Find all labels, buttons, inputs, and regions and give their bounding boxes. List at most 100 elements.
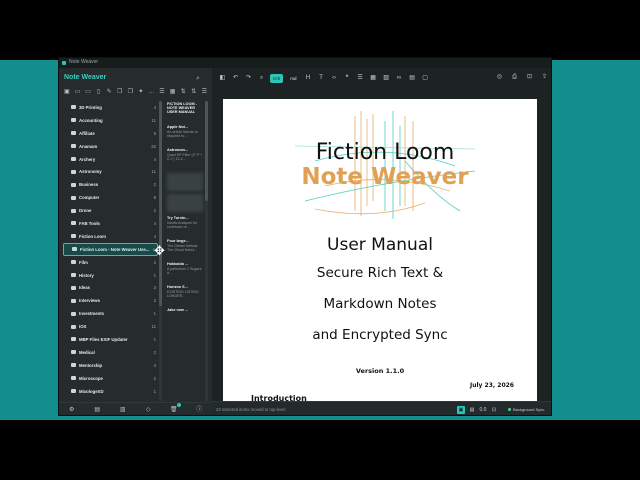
folder-item[interactable]: FAB Tools 4 <box>63 217 158 230</box>
folder-name: Anamam <box>79 143 98 149</box>
folder-add-icon[interactable]: ▣ <box>63 88 71 96</box>
pin-icon[interactable]: ✦ <box>137 88 145 96</box>
duplicate-icon[interactable]: ❐ <box>126 88 134 96</box>
text-format-icon[interactable]: T <box>317 74 326 83</box>
folder-item[interactable]: Ideas 3 <box>63 281 158 294</box>
export-icon[interactable]: ▢ <box>421 74 430 83</box>
folder-name: Mentorship <box>79 362 103 368</box>
folder-item[interactable]: Investments 1 <box>63 307 158 320</box>
folder-count: 4 <box>153 220 156 226</box>
info-icon[interactable]: ⓘ <box>195 406 203 414</box>
folder-item[interactable]: Medical 2 <box>63 346 158 359</box>
folder-name: Astronomy <box>79 169 102 175</box>
note-scrollbar[interactable] <box>205 101 208 401</box>
document-icon[interactable]: ▤ <box>93 406 101 414</box>
edit-icon[interactable]: ✎ <box>105 88 113 96</box>
folder-count: 1 <box>153 272 156 278</box>
print-icon[interactable]: ⎙ <box>510 73 519 82</box>
rich-view-icon[interactable]: ▣ <box>457 406 465 414</box>
folder-item[interactable]: History 1 <box>63 269 158 282</box>
folder-item[interactable]: MBP Files EXIF Updater 1 <box>63 333 158 346</box>
code-icon[interactable]: ‹› <box>330 74 339 83</box>
folder-name: Fiction Loom - Note Weaver Use... <box>80 246 150 252</box>
folder-item[interactable]: Astronomy 11 <box>63 165 158 178</box>
folder-count: 2 <box>153 259 156 265</box>
folder-item[interactable]: Drone 2 <box>63 204 158 217</box>
archive-icon[interactable]: ▥ <box>119 406 127 414</box>
folder-icon <box>71 337 76 342</box>
undo-icon[interactable]: ↶ <box>231 74 240 83</box>
table-icon[interactable]: ▦ <box>369 74 378 83</box>
folder-icon[interactable]: ▭ <box>74 88 82 96</box>
note-item[interactable] <box>167 194 203 212</box>
note-excerpt: Intuitiv Analyzer for codebase re... <box>167 221 198 230</box>
search-icon[interactable]: ⌕ <box>196 75 204 83</box>
folder-name: History <box>79 272 94 278</box>
grid-view-icon[interactable]: ▦ <box>169 88 177 96</box>
note-item[interactable]: Jake new ... <box>165 307 205 330</box>
folder-item[interactable]: Business 2 <box>63 178 158 191</box>
copy-icon[interactable]: ❐ <box>116 88 124 96</box>
folder-item[interactable]: Fiction Loom - Note Weaver Use... 1 <box>63 242 158 256</box>
note-item[interactable]: Horizon S... EXISTING LISTING LONGER... <box>165 284 205 307</box>
document-page[interactable]: Fiction Loom Note Weaver User Manual Sec… <box>223 99 537 403</box>
note-title: Try Turnin... <box>167 216 189 220</box>
zoom-level[interactable]: 0.0 <box>479 406 487 414</box>
note-item[interactable]: Four large... The Dream Nebula The Ghost … <box>165 238 205 261</box>
sort-icon[interactable]: ⇅ <box>179 88 187 96</box>
heading-icon[interactable]: H <box>304 74 313 83</box>
folder-icon <box>71 298 76 303</box>
image-icon[interactable]: ▨ <box>382 74 391 83</box>
md-mode-button[interactable]: md <box>287 74 299 83</box>
link-icon[interactable]: ∞ <box>395 74 404 83</box>
note-item[interactable]: FICTION LOOM - NOTE WEAVER USER MANUAL <box>165 101 205 124</box>
note-item[interactable]: Astronom... Quad EP Filter (2" P + 0.1") … <box>165 147 205 170</box>
folder-item[interactable]: Anamam 22 <box>63 140 158 153</box>
tag-icon[interactable]: ◇ <box>144 406 152 414</box>
folder-item[interactable]: Archery 4 <box>63 153 158 166</box>
note-item[interactable]: Hokkaido ... A palindrom 2 Sugars it... <box>165 261 205 284</box>
bullet-list-icon[interactable]: ☰ <box>356 74 365 83</box>
trash-icon[interactable]: 🗑 <box>170 403 181 414</box>
note-item[interactable] <box>167 173 203 191</box>
reading-glasses-icon[interactable]: ◎ <box>495 73 504 82</box>
folder-item[interactable]: MixologeXD 1 <box>63 385 158 398</box>
logo-text-line1: Fiction Loom <box>316 140 455 165</box>
sync-status[interactable]: Background Sync <box>508 407 544 412</box>
folder-count: 2 <box>153 208 156 214</box>
note-item[interactable]: Try Turnin... Intuitiv Analyzer for codeb… <box>165 215 205 238</box>
folder-item[interactable]: Accounting 11 <box>63 114 158 127</box>
options-icon[interactable]: ☰ <box>201 88 209 96</box>
folder-item[interactable]: Computer 8 <box>63 191 158 204</box>
folder-item[interactable]: Film 2 <box>63 256 158 269</box>
folder-item[interactable]: Fiction Loom 4 <box>63 230 158 243</box>
more-icon[interactable]: … <box>148 88 156 96</box>
page-icon[interactable]: ▤ <box>468 406 476 414</box>
folder-item[interactable]: 3D Printing 4 <box>63 101 158 114</box>
sort-alt-icon[interactable]: ⇅ <box>190 88 198 96</box>
folder-item[interactable]: Mentorship 4 <box>63 359 158 372</box>
folder-item[interactable]: Interviews 2 <box>63 294 158 307</box>
list-view-icon[interactable]: ☰ <box>158 88 166 96</box>
rich-mode-button[interactable]: rich <box>270 73 284 83</box>
folder-icon <box>71 273 76 278</box>
editor-pane: ◧ ↶ ↷ ⌕ rich md H T ‹› ❝ ☰ ▦ ▨ ∞ ▤ ▢ ◎ ⎙… <box>212 68 551 415</box>
search-icon[interactable]: ⌕ <box>257 74 266 83</box>
new-note-icon[interactable]: ▯ <box>95 88 103 96</box>
quote-icon[interactable]: ❝ <box>343 74 352 83</box>
folder-open-icon[interactable]: ▭ <box>84 88 92 96</box>
folder-count: 4 <box>153 233 156 239</box>
settings-icon[interactable]: ⚙ <box>68 406 76 414</box>
folder-item[interactable]: IOS 11 <box>63 320 158 333</box>
folder-icon <box>71 285 76 290</box>
sidebar-toggle-icon[interactable]: ◧ <box>218 74 227 83</box>
lock-icon[interactable]: ⊡ <box>525 73 534 82</box>
redo-icon[interactable]: ↷ <box>244 74 253 83</box>
folder-name: Investments <box>79 311 105 317</box>
note-item[interactable]: Apple Not... An article license is requir… <box>165 124 205 147</box>
folder-item[interactable]: Affiliate 5 <box>63 127 158 140</box>
lock-status-icon[interactable]: ⊡ <box>490 406 498 414</box>
folder-item[interactable]: Microscope 2 <box>63 372 158 385</box>
attachment-icon[interactable]: ▤ <box>408 74 417 83</box>
share-icon[interactable]: ⇪ <box>540 73 549 82</box>
